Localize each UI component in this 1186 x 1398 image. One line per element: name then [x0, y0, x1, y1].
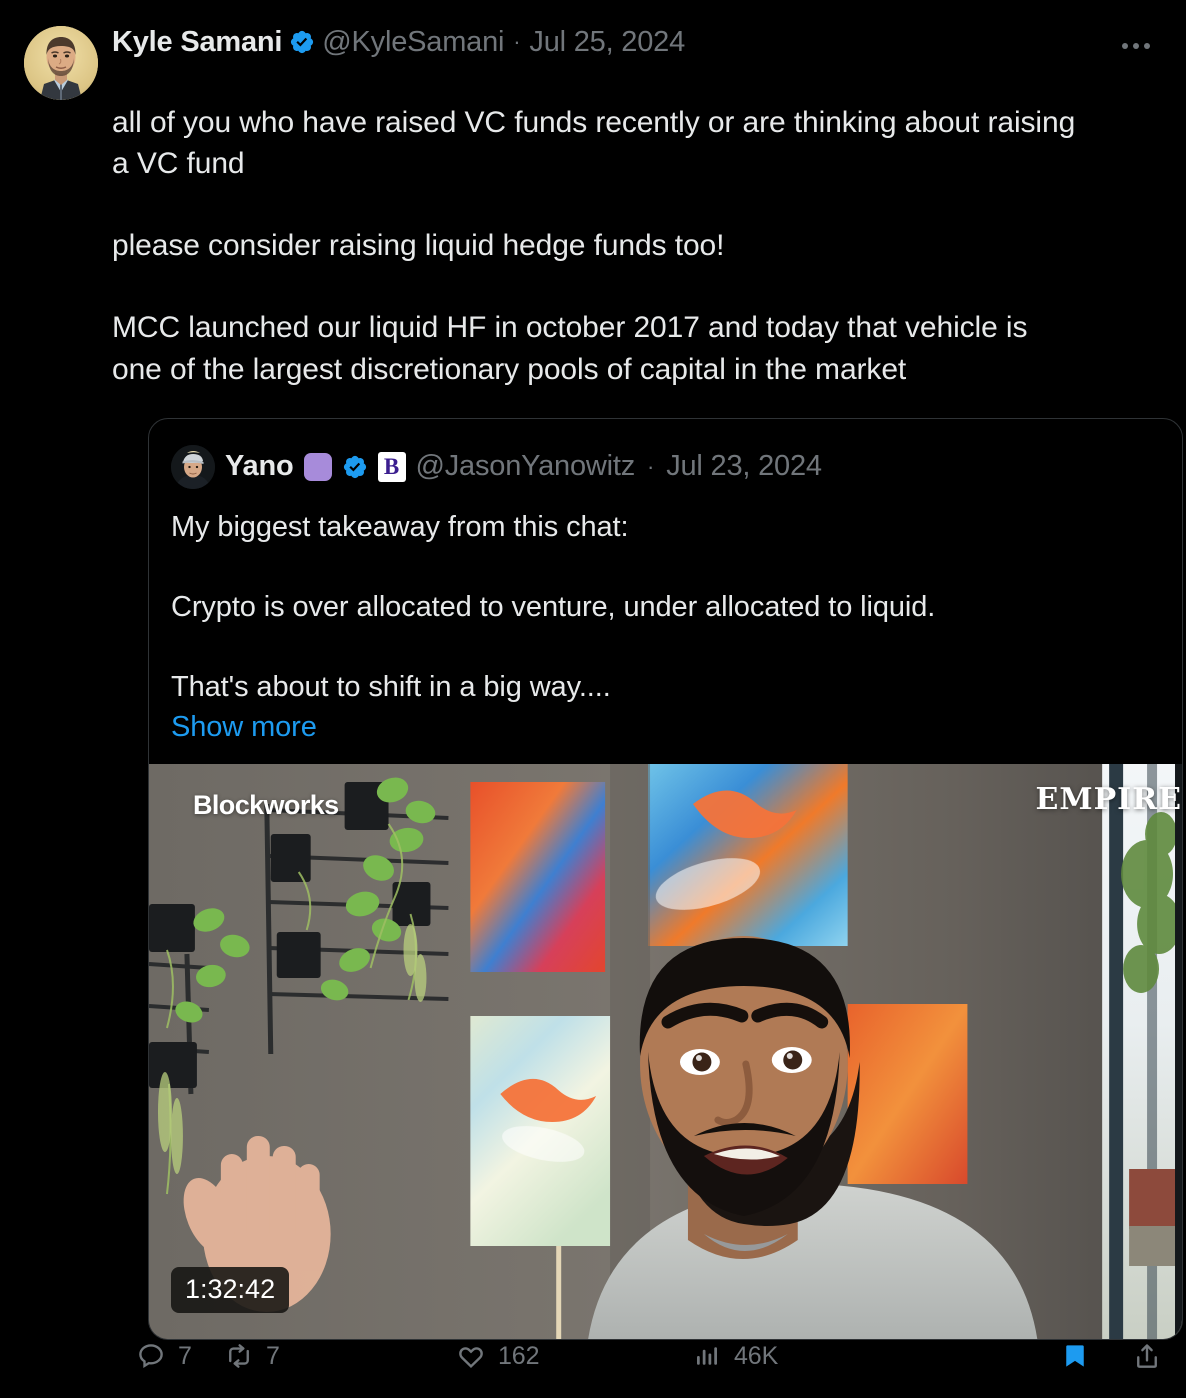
bookmark-icon — [1066, 1345, 1084, 1367]
empire-watermark: EMPIRE — [1035, 781, 1182, 817]
author-line: Kyle Samani @KyleSamani · Jul 25, 2024 — [112, 22, 1162, 62]
avatar[interactable] — [24, 26, 98, 100]
quoted-tweet-date[interactable]: Jul 23, 2024 — [666, 452, 822, 481]
quoted-separator: · — [647, 453, 655, 479]
retweet-icon — [229, 1344, 249, 1368]
like-count: 162 — [498, 1341, 540, 1370]
verified-badge-icon — [291, 30, 314, 54]
author-display-name[interactable]: Kyle Samani — [112, 27, 282, 57]
views-button[interactable]: 46K — [692, 1341, 942, 1371]
quoted-tweet-card[interactable]: Yano B @JasonYanowitz · Jul 23, 2024 My … — [148, 417, 1183, 1340]
tweet-header: Kyle Samani @KyleSamani · Jul 25, 2024 — [24, 22, 1162, 100]
header-main: Kyle Samani @KyleSamani · Jul 25, 2024 — [102, 22, 1162, 62]
dot — [1133, 43, 1139, 49]
video-duration-badge: 1:32:42 — [171, 1266, 290, 1313]
analytics-icon — [697, 1347, 717, 1365]
blockworks-affiliate-badge-icon[interactable]: B — [377, 451, 406, 482]
video-thumbnail[interactable]: Blockworks EMPIRE 1:32:42 — [149, 763, 1182, 1339]
heart-icon — [459, 1347, 483, 1369]
like-button[interactable]: 162 — [456, 1341, 692, 1371]
bookmark-button[interactable] — [1060, 1341, 1090, 1371]
quoted-author-display-name[interactable]: Yano — [225, 452, 294, 481]
video-frame-image — [149, 763, 1182, 1339]
dot — [1122, 43, 1128, 49]
share-button[interactable] — [1132, 1341, 1162, 1371]
quoted-avatar[interactable] — [171, 444, 215, 489]
tweet-action-bar: 7 7 162 46K — [24, 1328, 1162, 1384]
views-count: 46K — [734, 1341, 779, 1370]
quoted-avatar-image — [171, 444, 215, 489]
show-more-link[interactable]: Show more — [149, 711, 339, 764]
quoted-author-line: Yano B @JasonYanowitz · Jul 23, 2024 — [149, 419, 1182, 489]
author-handle[interactable]: @KyleSamani — [322, 27, 504, 57]
header-separator: · — [513, 29, 521, 54]
retweet-button[interactable]: 7 — [224, 1341, 456, 1371]
dot — [1144, 43, 1150, 49]
blockworks-watermark: Blockworks — [193, 789, 339, 820]
reply-button[interactable]: 7 — [24, 1341, 224, 1371]
more-options-button[interactable] — [1112, 28, 1160, 64]
reply-count: 7 — [178, 1341, 192, 1370]
retweet-count: 7 — [266, 1341, 280, 1370]
quoted-author-handle[interactable]: @JasonYanowitz — [416, 452, 636, 481]
quoted-verified-badge-icon — [343, 455, 366, 478]
purple-square-emoji-icon — [303, 452, 332, 481]
tweet-text: all of you who have raised VC funds rece… — [112, 106, 1076, 386]
tweet-date[interactable]: Jul 25, 2024 — [529, 27, 685, 57]
share-icon — [1137, 1344, 1157, 1368]
tweet-container: Kyle Samani @KyleSamani · Jul 25, 2024 a… — [0, 0, 1186, 1398]
quoted-tweet-text: My biggest takeaway from this chat: Cryp… — [171, 510, 936, 703]
avatar-image — [24, 26, 98, 100]
reply-icon — [139, 1344, 163, 1369]
avatar-wrapper — [24, 22, 102, 100]
